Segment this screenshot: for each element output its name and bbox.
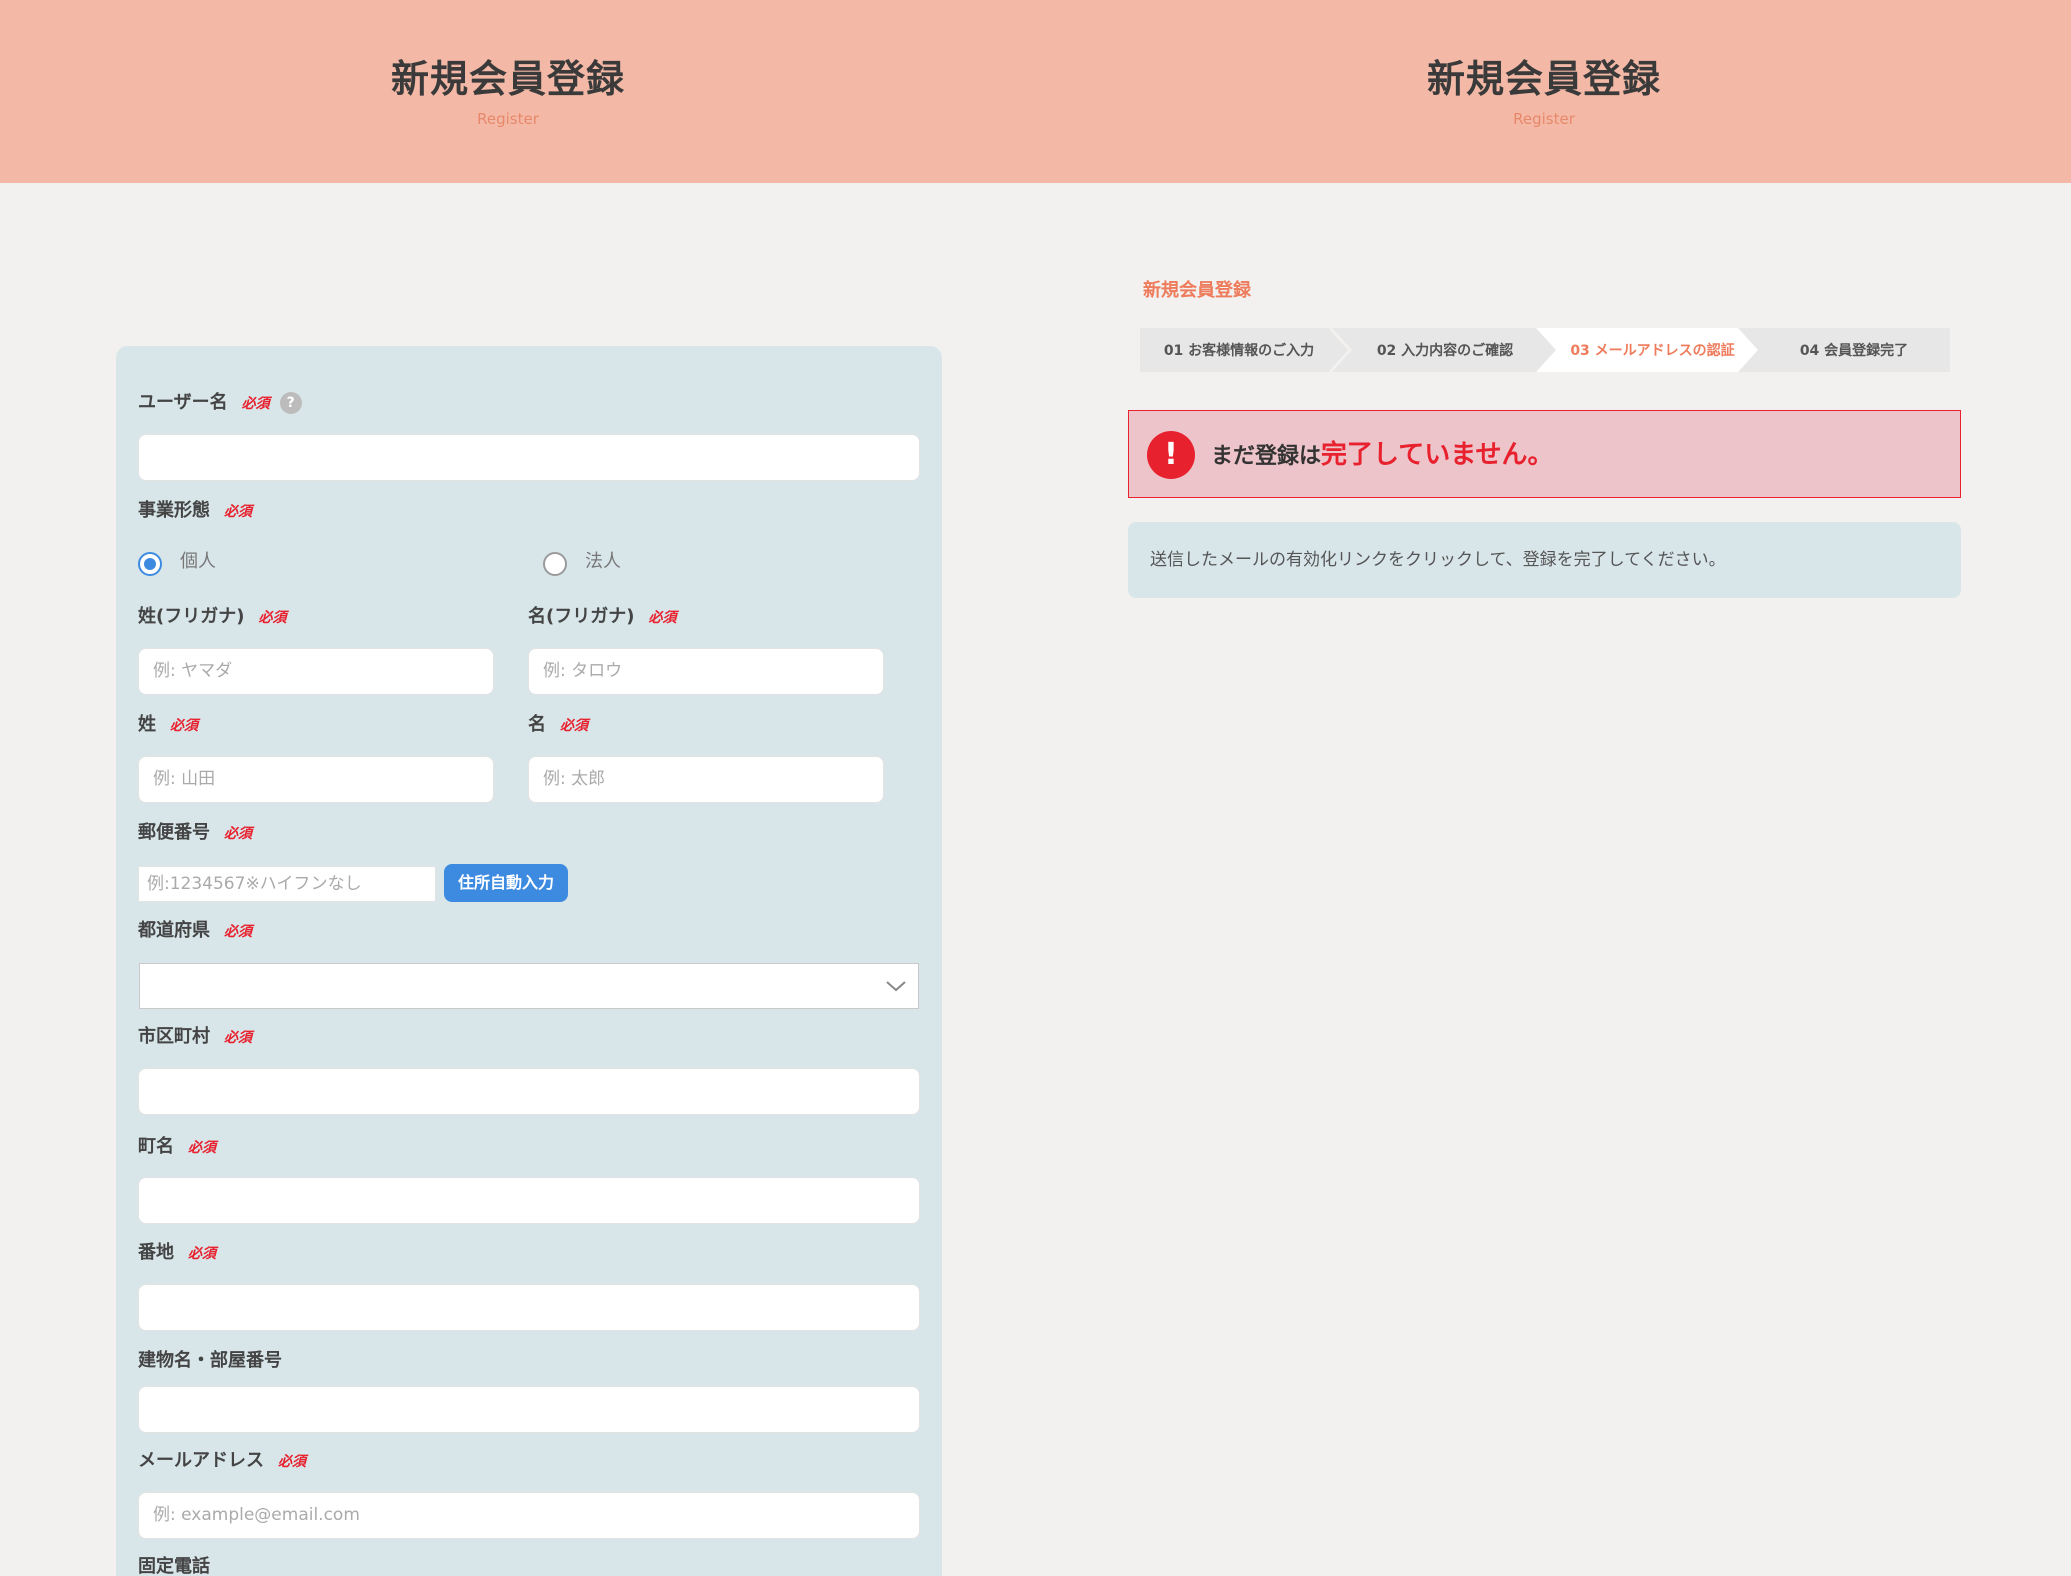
username-input[interactable] [138,434,920,481]
first-name-input[interactable]: 例: 太郎 [528,756,884,803]
step-1: 01 お客様情報のご入力 [1163,343,1315,359]
required-badge: 必須 [188,1140,216,1156]
hero-left: 新規会員登録 Register [208,52,808,130]
postal-label-text: 郵便番号 [138,822,210,843]
info-message: 送信したメールの有効化リンクをクリックして、登録を完了してください。 [1128,522,1961,598]
prefecture-label-text: 都道府県 [138,920,210,941]
step-3: 03 メールアドレスの認証 [1570,343,1735,359]
city-label-text: 市区町村 [138,1026,210,1047]
town-input[interactable] [138,1177,920,1224]
page-subtitle-left: Register [477,110,539,128]
page-header: 新規会員登録 Register 新規会員登録 Register [0,0,2071,183]
username-label-text: ユーザー名 [138,392,228,413]
address-autofill-button[interactable]: 住所自動入力 [444,864,568,902]
first-kana-input[interactable]: 例: タロウ [528,648,884,695]
address-number-label: 番地 必須 [138,1240,216,1267]
first-name-label: 名必須 [528,712,588,739]
city-input[interactable] [138,1068,920,1115]
required-badge: 必須 [188,1246,216,1262]
prefecture-label: 都道府県 必須 [138,918,252,945]
progress-steps: 01 お客様情報のご入力 02 入力内容のご確認 03 メールアドレスの認証 0… [1140,328,1950,372]
help-icon[interactable]: ? [279,392,302,414]
alert-message: まだ登録は完了していません。 [1211,435,1553,477]
first-kana-label-text: 名(フリガナ) [528,606,635,627]
email-label-text: メールアドレス [138,1450,264,1471]
town-label-text: 町名 [138,1136,174,1157]
business-type-label-text: 事業形態 [138,500,210,521]
section-title: 新規会員登録 [1143,280,1251,301]
prefecture-select[interactable] [139,963,919,1009]
building-label-text: 建物名・部屋番号 [138,1350,282,1371]
required-badge: 必須 [170,718,198,734]
required-badge: 必須 [278,1454,306,1470]
username-label: ユーザー名 必須? [138,390,302,417]
required-badge: 必須 [258,610,287,626]
last-kana-label: 姓(フリガナ) 必須 [138,604,286,631]
chevron-down-icon [886,981,906,992]
step-2: 02 入力内容のご確認 [1376,343,1514,359]
last-name-label: 姓必須 [138,712,198,739]
alert-text-emphasis: 完了していません。 [1321,440,1554,470]
building-label: 建物名・部屋番号 [138,1348,282,1374]
building-input[interactable] [138,1386,920,1433]
page-title-left: 新規会員登録 [390,57,625,101]
email-label: メールアドレス 必須 [138,1448,306,1475]
radio-individual[interactable] [138,552,162,576]
last-kana-label-text: 姓(フリガナ) [138,606,245,627]
postal-label: 郵便番号 必須 [138,820,252,847]
last-kana-input[interactable]: 例: ヤマダ [138,648,494,695]
required-badge: 必須 [560,718,588,734]
first-name-label-text: 名 [528,714,546,735]
last-name-label-text: 姓 [138,714,156,735]
step-4: 04 会員登録完了 [1799,343,1909,359]
required-badge: 必須 [224,504,252,520]
required-badge: 必須 [241,396,270,412]
required-badge: 必須 [224,1030,252,1046]
town-label: 町名 必須 [138,1134,216,1161]
required-badge: 必須 [224,924,252,940]
business-type-label: 事業形態 必須 [138,498,252,525]
required-badge: 必須 [224,826,252,842]
address-number-label-text: 番地 [138,1242,174,1263]
page-title-right: 新規会員登録 [1426,57,1661,101]
hero-right: 新規会員登録 Register [1244,52,1844,130]
required-badge: 必須 [648,610,677,626]
exclamation-icon: ! [1147,431,1195,479]
city-label: 市区町村 必須 [138,1024,252,1051]
radio-corporation-label: 法人 [585,551,621,572]
radio-corporation[interactable] [543,552,567,576]
last-name-input[interactable]: 例: 山田 [138,756,494,803]
address-number-input[interactable] [138,1284,920,1331]
page-subtitle-right: Register [1513,110,1575,128]
alert-text-plain: まだ登録は [1211,444,1322,469]
email-input[interactable]: 例: example@email.com [138,1492,920,1539]
first-kana-label: 名(フリガナ) 必須 [528,604,676,631]
postal-code-input[interactable]: 例:1234567※ハイフンなし [138,866,436,902]
pending-alert: ! まだ登録は完了していません。 [1128,410,1961,498]
phone-label: 固定電話 [138,1556,210,1576]
radio-individual-label: 個人 [180,551,216,572]
